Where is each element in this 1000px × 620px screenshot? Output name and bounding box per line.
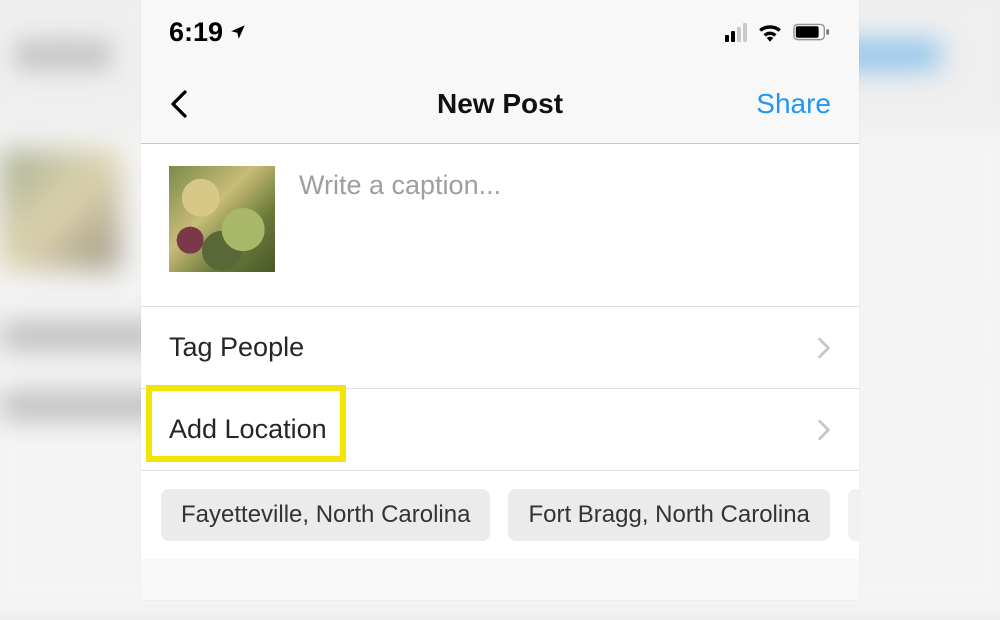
- chevron-left-icon: [169, 89, 189, 119]
- share-button[interactable]: Share: [756, 88, 831, 120]
- chevron-right-icon: [817, 419, 831, 441]
- nav-bar: New Post Share: [141, 64, 859, 144]
- tag-people-label: Tag People: [169, 332, 304, 363]
- location-chip[interactable]: Fort Bragg, North Carolina: [508, 489, 829, 541]
- battery-icon: [793, 23, 831, 41]
- chevron-right-icon: [817, 337, 831, 359]
- status-bar: 6:19: [141, 0, 859, 64]
- status-time: 6:19: [169, 17, 223, 48]
- wifi-icon: [757, 22, 783, 42]
- status-right: [725, 22, 831, 42]
- location-chip[interactable]: M: [848, 489, 859, 541]
- phone-frame: 6:19 New Post Share Write a caption...: [141, 0, 859, 600]
- caption-section: Write a caption...: [141, 144, 859, 307]
- caption-input[interactable]: Write a caption...: [299, 166, 501, 272]
- back-button[interactable]: [169, 89, 209, 119]
- location-chip[interactable]: Fayetteville, North Carolina: [161, 489, 490, 541]
- add-location-label: Add Location: [169, 414, 327, 445]
- add-location-row[interactable]: Add Location: [141, 389, 859, 471]
- page-title: New Post: [437, 88, 563, 120]
- cellular-signal-icon: [725, 22, 747, 42]
- post-thumbnail[interactable]: [169, 166, 275, 272]
- location-services-icon: [229, 23, 247, 41]
- tag-people-row[interactable]: Tag People: [141, 307, 859, 389]
- location-suggestions: Fayetteville, North Carolina Fort Bragg,…: [141, 471, 859, 559]
- status-time-group: 6:19: [169, 17, 247, 48]
